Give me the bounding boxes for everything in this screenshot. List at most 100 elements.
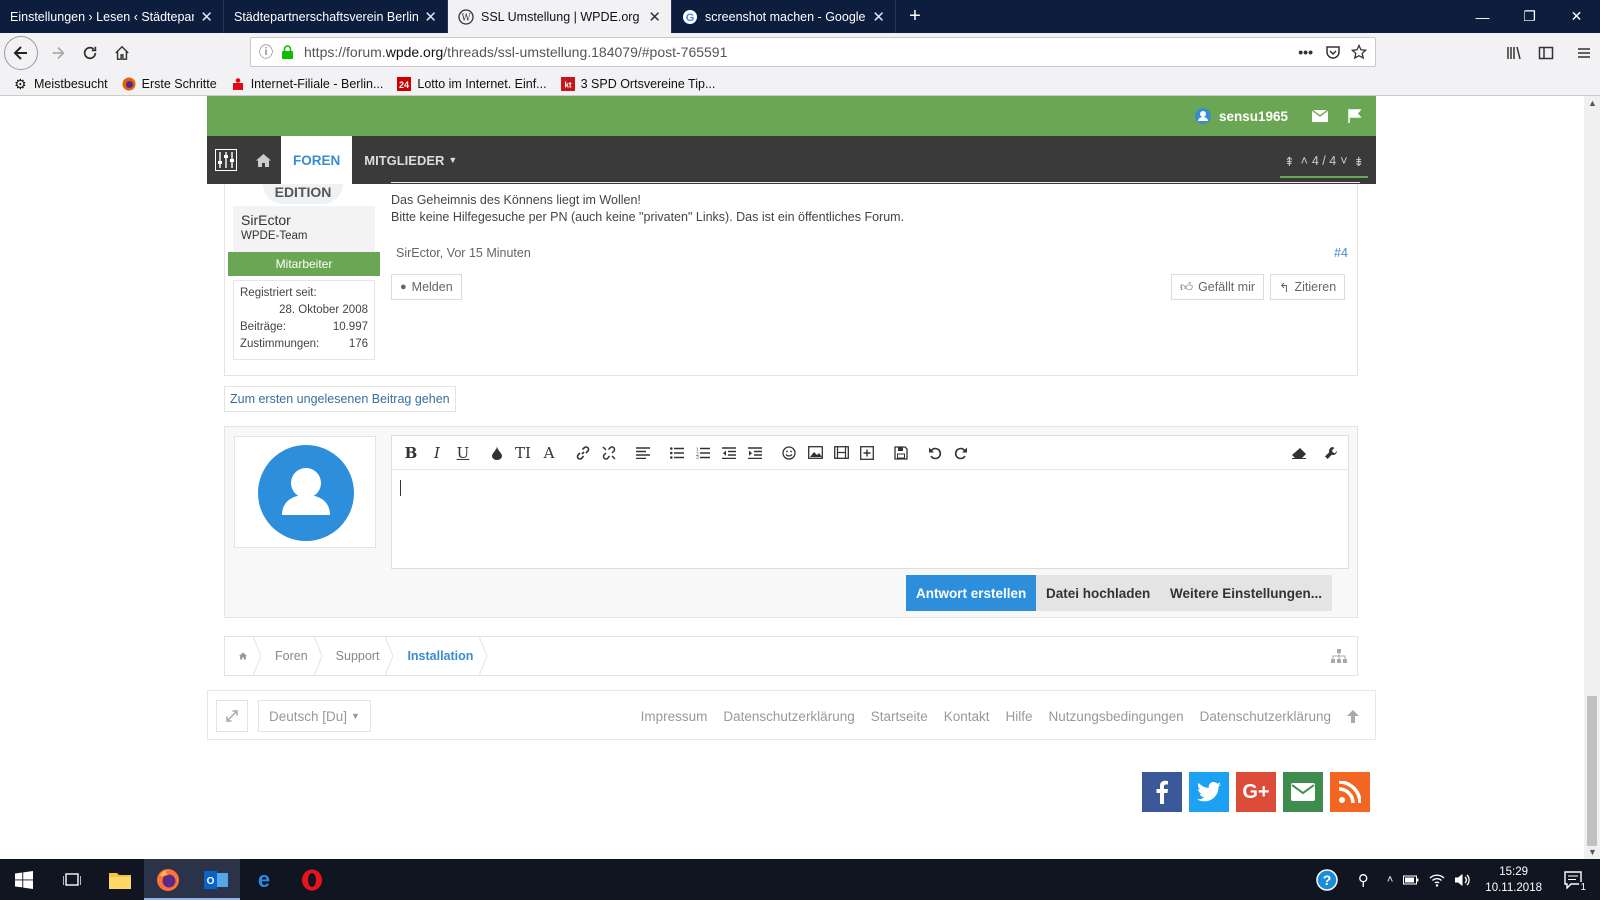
text-color-icon[interactable] — [484, 440, 510, 466]
font-family-icon[interactable]: A — [536, 440, 562, 466]
browser-tab[interactable]: Städtepartnerschaftsverein Berlin-M ✕ — [224, 0, 448, 33]
start-button[interactable] — [0, 859, 48, 900]
scroll-thumb[interactable] — [1587, 696, 1597, 846]
close-icon[interactable]: ✕ — [424, 8, 437, 26]
browser-tab[interactable]: G screenshot machen - Google-S ✕ — [672, 0, 896, 33]
breadcrumb-current[interactable]: Installation — [393, 636, 488, 676]
user-icon[interactable] — [1194, 108, 1211, 124]
volume-icon[interactable] — [1455, 873, 1471, 887]
battery-icon[interactable] — [1403, 874, 1419, 886]
pocket-icon[interactable] — [1325, 44, 1341, 60]
redo-icon[interactable] — [948, 440, 974, 466]
posts-value[interactable]: 10.997 — [333, 319, 368, 336]
close-window-icon[interactable]: ✕ — [1553, 0, 1600, 33]
eraser-icon[interactable] — [1286, 440, 1312, 466]
prev-page-icon[interactable]: ˄ — [1301, 154, 1308, 168]
site-logo[interactable] — [207, 136, 245, 184]
facebook-button[interactable] — [1142, 772, 1182, 812]
underline-icon[interactable]: U — [450, 440, 476, 466]
upload-file-button[interactable]: Datei hochladen — [1036, 575, 1161, 611]
browser-tab[interactable]: Einstellungen › Lesen ‹ Städtepartne ✕ — [0, 0, 224, 33]
action-center-button[interactable]: 1 — [1564, 870, 1587, 893]
like-button[interactable]: 👍︎ Gefällt mir — [1171, 274, 1265, 300]
page-actions-icon[interactable]: ••• — [1298, 44, 1313, 60]
outlook-taskbar-button[interactable]: O — [192, 859, 240, 900]
next-page-icon[interactable]: ˅ — [1340, 154, 1347, 168]
forward-button[interactable] — [42, 37, 74, 69]
scroll-top-icon[interactable] — [1347, 709, 1359, 723]
submit-reply-button[interactable]: Antwort erstellen — [906, 575, 1037, 611]
unlink-icon[interactable] — [596, 440, 622, 466]
image-icon[interactable] — [802, 440, 828, 466]
last-page-icon[interactable]: ⇟ — [1354, 154, 1364, 169]
google-plus-button[interactable]: G+ — [1236, 772, 1276, 812]
clock[interactable]: 15:29 10.11.2018 — [1485, 864, 1542, 896]
outdent-icon[interactable] — [716, 440, 742, 466]
breadcrumb-home[interactable] — [225, 636, 262, 676]
nav-mitglieder-tab[interactable]: MITGLIEDER ▼ — [352, 136, 469, 184]
first-page-icon[interactable]: ⇞ — [1284, 154, 1294, 169]
link-icon[interactable] — [570, 440, 596, 466]
post-permalink[interactable]: #4 — [1334, 246, 1348, 260]
sidebar-button[interactable] — [1530, 37, 1562, 69]
help-icon[interactable]: ? — [1316, 868, 1338, 891]
insert-more-icon[interactable] — [854, 440, 880, 466]
footer-link-terms[interactable]: Nutzungsbedingungen — [1049, 709, 1184, 724]
breadcrumb-item[interactable]: Support — [322, 636, 394, 676]
info-icon[interactable]: ⓘ — [259, 42, 273, 62]
edge-taskbar-button[interactable]: e — [240, 859, 288, 900]
opera-taskbar-button[interactable] — [288, 859, 336, 900]
font-size-icon[interactable]: TI — [510, 440, 536, 466]
post-meta[interactable]: SirEctor, Vor 15 Minuten — [396, 246, 531, 260]
bookmark-item[interactable]: Erste Schritte — [122, 77, 217, 91]
address-bar[interactable]: ⓘ https://forum.wpde.org/threads/ssl-ums… — [250, 37, 1376, 67]
email-share-button[interactable] — [1283, 772, 1323, 812]
task-view-button[interactable] — [48, 859, 96, 900]
people-icon[interactable]: ⚲ — [1358, 871, 1369, 889]
close-icon[interactable]: ✕ — [648, 8, 661, 26]
footer-link-privacy[interactable]: Datenschutzerklärung — [723, 709, 854, 724]
minimize-icon[interactable]: — — [1459, 0, 1506, 33]
smiley-icon[interactable] — [776, 440, 802, 466]
back-button[interactable] — [4, 36, 38, 70]
close-icon[interactable]: ✕ — [200, 8, 213, 26]
username-link[interactable]: sensu1965 — [1219, 109, 1288, 124]
rss-button[interactable] — [1330, 772, 1370, 812]
undo-icon[interactable] — [922, 440, 948, 466]
twitter-button[interactable] — [1189, 772, 1229, 812]
home-button[interactable] — [106, 37, 138, 69]
bookmark-item[interactable]: 24 Lotto im Internet. Einf... — [397, 77, 547, 91]
footer-link-privacy-2[interactable]: Datenschutzerklärung — [1200, 709, 1331, 724]
nav-foren-tab[interactable]: FOREN — [281, 136, 353, 184]
library-button[interactable] — [1498, 37, 1530, 69]
bookmark-item[interactable]: Internet-Filiale - Berlin... — [231, 77, 383, 91]
bold-icon[interactable]: B — [398, 440, 424, 466]
author-avatar[interactable]: EDITION — [263, 184, 343, 204]
scroll-up-icon[interactable]: ▲ — [1588, 98, 1597, 108]
reload-button[interactable] — [74, 37, 106, 69]
bookmark-item[interactable]: kt 3 SPD Ortsvereine Tip... — [560, 77, 715, 91]
numbered-list-icon[interactable]: 123 — [690, 440, 716, 466]
footer-link-contact[interactable]: Kontakt — [944, 709, 990, 724]
reply-editor[interactable]: B I U TI A 123 — [391, 435, 1349, 569]
bookmark-item[interactable]: ⚙ Meistbesucht — [14, 77, 108, 91]
new-tab-button[interactable]: + — [896, 0, 934, 33]
page-scrollbar[interactable]: ▲ ▼ — [1584, 96, 1600, 859]
bullet-list-icon[interactable] — [664, 440, 690, 466]
wifi-icon[interactable] — [1429, 873, 1445, 887]
more-options-button[interactable]: Weitere Einstellungen... — [1160, 575, 1333, 611]
first-unread-link[interactable]: Zum ersten ungelesenen Beitrag gehen — [224, 386, 456, 412]
fullscreen-toggle[interactable] — [216, 700, 248, 732]
indent-icon[interactable] — [742, 440, 768, 466]
footer-link-help[interactable]: Hilfe — [1006, 709, 1033, 724]
browser-tab-active[interactable]: W SSL Umstellung | WPDE.org For ✕ — [448, 0, 672, 33]
menu-button[interactable] — [1568, 37, 1600, 69]
author-name[interactable]: SirEctor — [241, 212, 367, 228]
media-icon[interactable] — [828, 440, 854, 466]
restore-icon[interactable]: ❐ — [1506, 0, 1553, 33]
firefox-taskbar-button[interactable] — [144, 859, 192, 900]
close-icon[interactable]: ✕ — [872, 8, 885, 26]
bookmark-star-icon[interactable] — [1351, 44, 1367, 60]
report-button[interactable]: ● Melden — [391, 274, 462, 300]
nav-home[interactable] — [245, 136, 281, 184]
